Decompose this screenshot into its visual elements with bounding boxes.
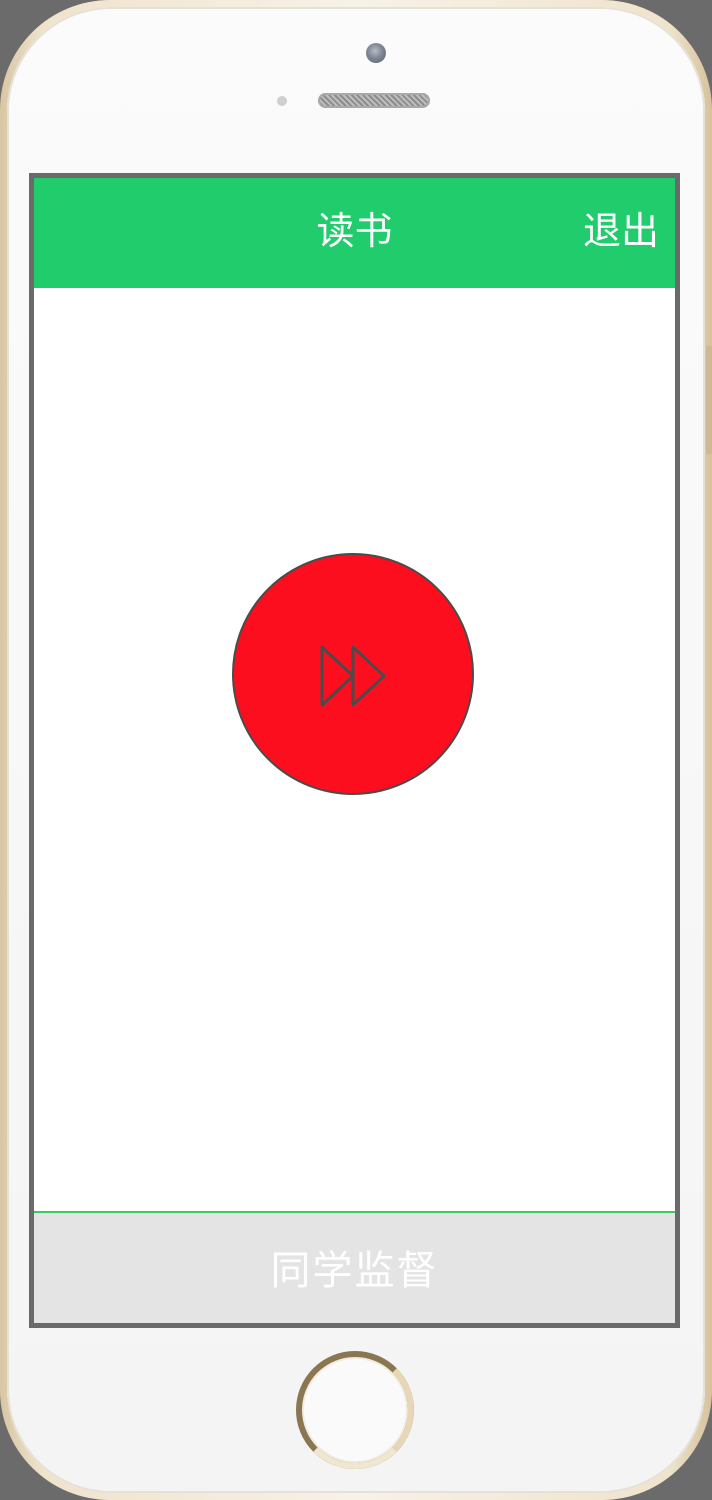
exit-button[interactable]: 退出 (583, 206, 659, 256)
header-bar: 读书 退出 (34, 178, 675, 288)
front-camera (366, 43, 386, 63)
page-title: 读书 (316, 209, 393, 253)
footer-label: 同学监督 (270, 1248, 439, 1294)
earpiece-speaker (318, 93, 430, 108)
phone-frame: 读书 退出 同学监督 (0, 0, 712, 1500)
app-screen: 读书 退出 同学监督 (34, 178, 675, 1323)
proximity-sensor (277, 96, 287, 106)
fast-forward-icon (320, 645, 386, 707)
classmate-supervision-button[interactable]: 同学监督 (34, 1211, 675, 1323)
phone-side-button (706, 345, 712, 455)
home-button[interactable] (296, 1351, 414, 1469)
fast-forward-button[interactable] (232, 553, 474, 795)
